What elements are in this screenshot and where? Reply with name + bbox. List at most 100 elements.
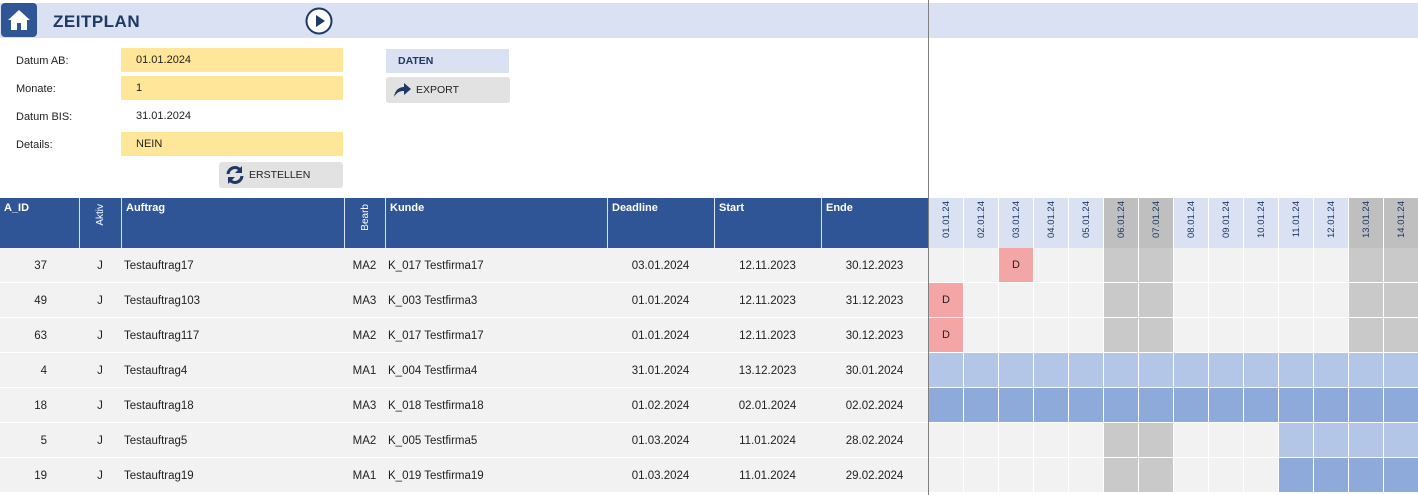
gantt-cell xyxy=(1139,423,1174,458)
gantt-cell xyxy=(929,353,964,388)
gantt-cell xyxy=(999,423,1034,458)
datum-ab-field[interactable]: 01.01.2024 xyxy=(121,48,343,72)
gantt-cell xyxy=(1244,388,1279,423)
cell-deadline: 01.03.2024 xyxy=(631,434,690,447)
gantt-cell xyxy=(1209,388,1244,423)
cell-bearb: MA2 xyxy=(352,329,377,342)
erstellen-button[interactable]: ERSTELLEN xyxy=(219,162,343,188)
cell-start: 11.01.2024 xyxy=(739,434,796,447)
gantt-cell xyxy=(929,388,964,423)
gantt-cell xyxy=(1244,458,1279,493)
gantt-cell xyxy=(1174,283,1209,318)
gantt-date-label: 02.01.24 xyxy=(975,201,987,238)
cell-start: 13.12.2023 xyxy=(738,364,797,377)
cell-a-id: 19 xyxy=(34,469,47,482)
cell-aktiv: J xyxy=(97,364,103,377)
col-header-bearb[interactable]: Bearb xyxy=(344,198,385,248)
gantt-date-label: 01.01.24 xyxy=(940,201,952,238)
gantt-cell xyxy=(1069,318,1104,353)
gantt-cell xyxy=(1174,248,1209,283)
export-button[interactable]: EXPORT xyxy=(386,77,510,103)
gantt-cell xyxy=(1069,353,1104,388)
col-header-start[interactable]: Start xyxy=(714,198,821,248)
gantt-cell xyxy=(1209,353,1244,388)
details-field[interactable]: NEIN xyxy=(121,132,343,156)
cell-a-id: 63 xyxy=(34,329,47,342)
gantt-date-header: 02.01.24 xyxy=(964,198,999,248)
gantt-cell xyxy=(1174,458,1209,493)
col-header-aktiv[interactable]: Aktiv xyxy=(79,198,121,248)
cell-bearb: MA1 xyxy=(352,364,377,377)
cell-auftrag: Testauftrag5 xyxy=(124,434,188,447)
gantt-cell xyxy=(1174,388,1209,423)
col-header-deadline[interactable]: Deadline xyxy=(607,198,714,248)
gantt-cell xyxy=(964,388,999,423)
gantt-cell xyxy=(999,283,1034,318)
gantt-cell xyxy=(1069,388,1104,423)
home-icon xyxy=(8,10,30,30)
cell-auftrag: Testauftrag17 xyxy=(124,259,194,272)
cell-ende: 30.12.2023 xyxy=(845,329,904,342)
cell-start: 11.01.2024 xyxy=(739,469,796,482)
gantt-cell xyxy=(964,318,999,353)
gantt-cell xyxy=(999,353,1034,388)
gantt-date-label: 05.01.24 xyxy=(1080,201,1092,238)
gantt-cell xyxy=(1244,318,1279,353)
deadline-marker: D xyxy=(1012,259,1020,271)
col-header-kunde[interactable]: Kunde xyxy=(385,198,607,248)
gantt-cell xyxy=(1104,353,1139,388)
cell-kunde: K_004 Testfirma4 xyxy=(388,364,478,377)
cell-deadline: 01.01.2024 xyxy=(631,329,690,342)
gantt-deadline-cell: D xyxy=(929,318,964,353)
gantt-cell xyxy=(1034,248,1069,283)
gantt-cell xyxy=(1384,388,1418,423)
cell-a-id: 5 xyxy=(40,434,47,447)
gantt-date-header: 10.01.24 xyxy=(1244,198,1279,248)
daten-button[interactable]: DATEN xyxy=(386,49,509,73)
gantt-cell xyxy=(964,458,999,493)
gantt-cell xyxy=(1314,423,1349,458)
gantt-cell xyxy=(964,423,999,458)
gantt-cell xyxy=(1314,353,1349,388)
cell-kunde: K_018 Testfirma18 xyxy=(388,399,484,412)
gantt-cell xyxy=(1174,423,1209,458)
monate-field[interactable]: 1 xyxy=(121,76,343,100)
col-header-ende[interactable]: Ende xyxy=(821,198,928,248)
gantt-date-label: 12.01.24 xyxy=(1325,201,1337,238)
cell-ende: 30.01.2024 xyxy=(845,364,904,377)
gantt-cell xyxy=(1069,283,1104,318)
col-header-auftrag[interactable]: Auftrag xyxy=(121,198,344,248)
cell-start: 12.11.2023 xyxy=(739,259,796,272)
deadline-marker: D xyxy=(942,294,950,306)
run-button[interactable] xyxy=(305,7,333,35)
cell-start: 02.01.2024 xyxy=(738,399,797,412)
gantt-deadline-cell: D xyxy=(999,248,1034,283)
gantt-cell xyxy=(964,283,999,318)
col-header-a-id[interactable]: A_ID xyxy=(0,198,79,248)
cell-aktiv: J xyxy=(97,329,103,342)
gantt-cell xyxy=(1034,318,1069,353)
cell-bearb: MA3 xyxy=(352,294,377,307)
gantt-cell xyxy=(1279,458,1314,493)
gantt-cell xyxy=(1104,388,1139,423)
gantt-cell xyxy=(1244,423,1279,458)
gantt-cell xyxy=(1279,353,1314,388)
gantt-date-header: 05.01.24 xyxy=(1069,198,1104,248)
erstellen-label: ERSTELLEN xyxy=(249,169,311,181)
cell-aktiv: J xyxy=(97,399,103,412)
gantt-cell xyxy=(1174,353,1209,388)
gantt-cell xyxy=(1104,318,1139,353)
home-button[interactable] xyxy=(1,3,37,37)
gantt-cell xyxy=(1349,353,1384,388)
cell-ende: 31.12.2023 xyxy=(845,294,904,307)
gantt-cell xyxy=(964,248,999,283)
share-arrow-icon xyxy=(394,83,411,97)
gantt-cell xyxy=(1209,283,1244,318)
gantt-cell xyxy=(1034,388,1069,423)
gantt-cell xyxy=(1034,353,1069,388)
gantt-date-label: 09.01.24 xyxy=(1220,201,1232,238)
cell-auftrag: Testauftrag117 xyxy=(124,329,200,342)
gantt-date-header: 14.01.24 xyxy=(1384,198,1418,248)
cell-kunde: K_003 Testfirma3 xyxy=(388,294,478,307)
cell-a-id: 18 xyxy=(34,399,47,412)
